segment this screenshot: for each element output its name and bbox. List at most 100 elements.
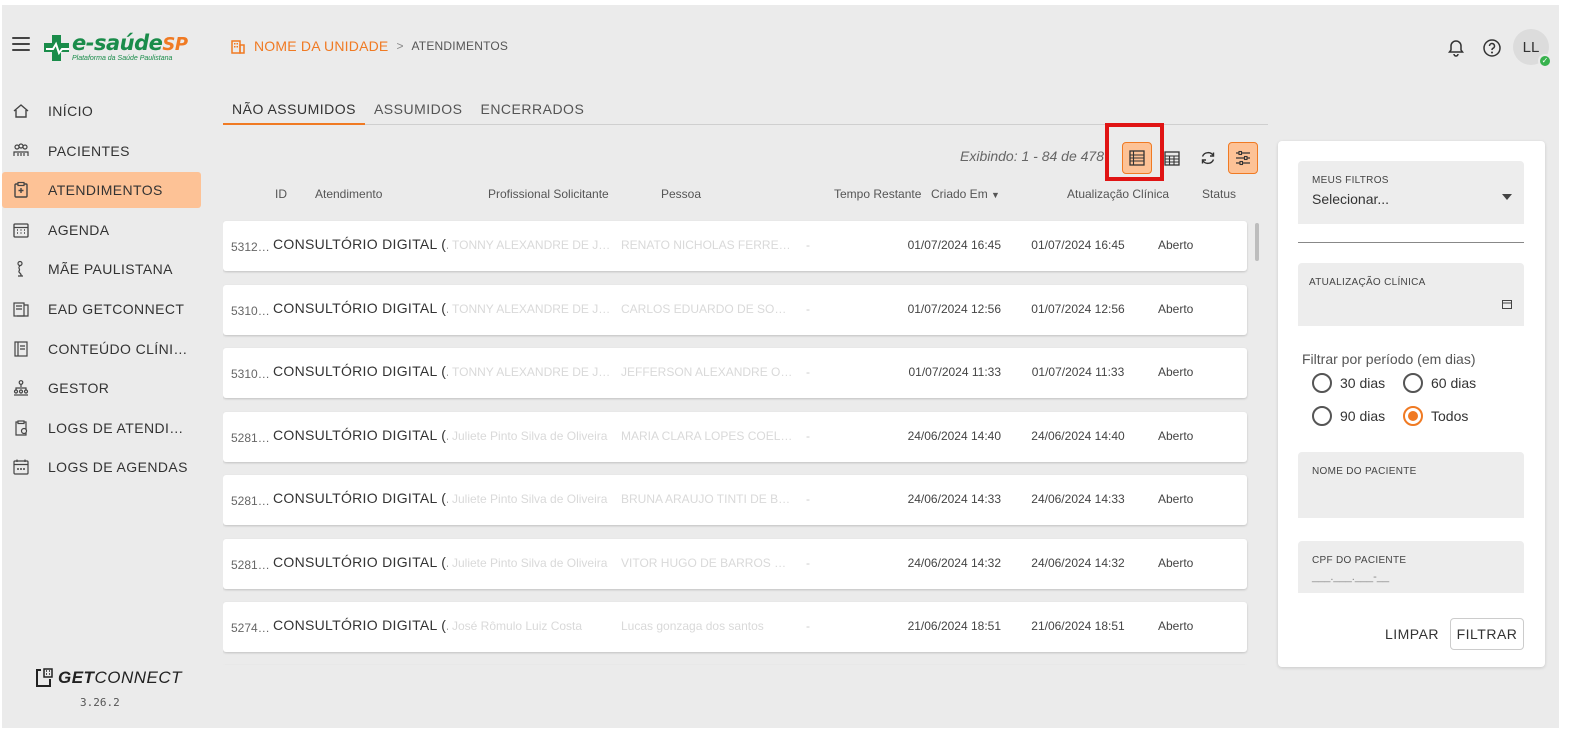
- cell-pessoa: VITOR HUGO DE BARROS PIN...: [621, 555, 793, 570]
- meus-filtros-select[interactable]: MEUS FILTROS Selecionar...: [1298, 161, 1524, 224]
- grid-view-button[interactable]: [1157, 142, 1187, 174]
- cell-id: 5274…: [231, 621, 270, 635]
- cell-profissional: TONNY ALEXANDRE DE JESU...: [452, 301, 616, 316]
- cell-pessoa: JEFFERSON ALEXANDRE OLI...: [621, 365, 793, 379]
- radio-todos[interactable]: Todos: [1403, 406, 1468, 426]
- column-header-status[interactable]: Status: [1202, 187, 1236, 201]
- column-header-atualizacao[interactable]: Atualização Clínica: [1067, 187, 1169, 201]
- home-icon: [12, 102, 30, 120]
- clipboard-log-icon: [12, 419, 30, 437]
- sidebar-item-atendimentos[interactable]: ATENDIMENTOS: [2, 172, 201, 209]
- cell-pessoa: Lucas gonzaga dos santos: [621, 619, 764, 633]
- cell-criado-em: 01/07/2024 12:56: [907, 301, 1001, 316]
- avatar-initials: LL: [1522, 38, 1540, 56]
- hierarchy-icon: [12, 379, 30, 397]
- refresh-button[interactable]: [1193, 142, 1223, 174]
- cell-status: Aberto: [1158, 428, 1194, 443]
- cell-status: Aberto: [1158, 301, 1194, 316]
- cell-id: 5281…: [231, 557, 270, 572]
- column-header-id[interactable]: ID: [275, 187, 287, 201]
- menu-icon[interactable]: [12, 37, 30, 53]
- list-scrollbar[interactable]: [1255, 223, 1259, 261]
- cell-id: 5281…: [231, 430, 270, 445]
- cell-id: 5310…: [231, 303, 270, 318]
- cell-profissional: TONNY ALEXANDRE DE JESU...: [452, 365, 616, 379]
- cell-profissional: TONNY ALEXANDRE DE JESU...: [452, 238, 616, 252]
- table-row[interactable]: 5310… CONSULTÓRIO DIGITAL (... TONNY ALE…: [223, 348, 1247, 398]
- column-header-tempo-restante[interactable]: Tempo Restante: [834, 187, 921, 201]
- sidebar-item-inicio[interactable]: INÍCIO: [2, 93, 201, 129]
- radio-90-dias[interactable]: 90 dias: [1312, 406, 1385, 426]
- nome-paciente-field[interactable]: NOME DO PACIENTE: [1298, 452, 1524, 518]
- radio-circle-selected: [1403, 406, 1423, 426]
- atualizacao-clinica-field[interactable]: ATUALIZAÇÃO CLÍNICA: [1298, 263, 1524, 326]
- radio-60-dias[interactable]: 60 dias: [1403, 373, 1476, 393]
- calendar-picker-icon[interactable]: [1502, 296, 1512, 314]
- table-row[interactable]: 5281… CONSULTÓRIO DIGITAL (... Juliete P…: [223, 475, 1247, 525]
- column-header-pessoa[interactable]: Pessoa: [661, 187, 701, 201]
- table-row[interactable]: 5281… CONSULTÓRIO DIGITAL (... Juliete P…: [223, 411, 1247, 462]
- apply-filters-button[interactable]: FILTRAR: [1450, 618, 1524, 650]
- table-row[interactable]: 5274… CONSULTÓRIO DIGITAL (... José Rômu…: [223, 602, 1247, 652]
- table-row[interactable]: 5312… CONSULTÓRIO DIGITAL (... TONNY ALE…: [223, 221, 1247, 271]
- cpf-paciente-field[interactable]: CPF DO PACIENTE ___.___.___-__: [1298, 541, 1524, 593]
- cell-profissional: José Rômulo Luiz Costa: [452, 619, 583, 633]
- list-view-button[interactable]: [1122, 142, 1152, 174]
- table-row[interactable]: 5310… CONSULTÓRIO DIGITAL (... TONNY ALE…: [223, 284, 1247, 335]
- sidebar-item-label: LOGS DE ATENDIMENTOS: [48, 419, 194, 436]
- cell-atualizacao: 24/06/2024 14:40: [1031, 428, 1125, 443]
- sidebar-item-logs-atendimentos[interactable]: LOGS DE ATENDIMENTOS: [2, 410, 201, 446]
- logo-subtitle: Plataforma da Saúde Paulistana: [72, 55, 173, 62]
- bell-icon[interactable]: [1446, 38, 1466, 58]
- sidebar-item-pacientes[interactable]: PACIENTES: [2, 133, 201, 169]
- cell-profissional: Juliete Pinto Silva de Oliveira: [452, 428, 608, 443]
- table-row[interactable]: 5281… CONSULTÓRIO DIGITAL (... Juliete P…: [223, 538, 1247, 589]
- sidebar-item-mae-paulistana[interactable]: MÃE PAULISTANA: [2, 251, 201, 287]
- user-avatar[interactable]: LL ✓: [1513, 29, 1552, 68]
- dropdown-arrow-icon: [1502, 187, 1512, 205]
- logo-title: e-saúdeSP: [72, 31, 188, 55]
- tabs-bar: NÃO ASSUMIDOS ASSUMIDOS ENCERRADOS: [223, 98, 1268, 125]
- breadcrumb-unit[interactable]: NOME DA UNIDADE: [254, 38, 388, 54]
- cell-atendimento: CONSULTÓRIO DIGITAL (...: [273, 363, 448, 379]
- sidebar-item-label: EAD GETCONNECT: [48, 300, 185, 317]
- cell-criado-em: 24/06/2024 14:33: [907, 492, 1001, 506]
- filter-settings-button[interactable]: [1228, 142, 1258, 174]
- building-icon: [231, 40, 245, 54]
- refresh-icon: [1201, 151, 1215, 165]
- cell-id: 5312…: [231, 240, 270, 254]
- tab-assumidos[interactable]: ASSUMIDOS: [365, 98, 472, 125]
- sidebar-item-agenda[interactable]: AGENDA: [2, 212, 201, 248]
- sidebar-item-gestor[interactable]: GESTOR: [2, 370, 201, 406]
- cpf-paciente-label: CPF DO PACIENTE: [1312, 555, 1407, 566]
- radio-circle: [1403, 373, 1423, 393]
- clear-filters-button[interactable]: LIMPAR: [1383, 618, 1441, 650]
- cell-atualizacao: 01/07/2024 12:56: [1031, 301, 1125, 316]
- column-header-criado-em[interactable]: Criado Em ▼: [931, 187, 1000, 201]
- sidebar-item-logs-agendas[interactable]: LOGS DE AGENDAS: [2, 449, 201, 485]
- column-header-atendimento[interactable]: Atendimento: [315, 187, 382, 201]
- cpf-placeholder: ___.___.___-__: [1312, 571, 1390, 583]
- cell-atendimento: CONSULTÓRIO DIGITAL (...: [273, 426, 448, 443]
- cell-status: Aberto: [1158, 555, 1194, 570]
- people-icon: [12, 142, 30, 160]
- cell-id: 5281…: [231, 494, 270, 508]
- sidebar-item-ead-getconnect[interactable]: EAD GETCONNECT: [2, 291, 201, 327]
- sidebar-item-label: PACIENTES: [48, 142, 130, 159]
- help-circle-icon[interactable]: [1482, 38, 1502, 58]
- column-header-profissional[interactable]: Profissional Solicitante: [488, 187, 609, 201]
- period-filter-label: Filtrar por período (em dias): [1302, 351, 1476, 367]
- getconnect-logo-icon: [36, 668, 53, 687]
- sidebar-item-conteudo-clinico[interactable]: CONTEÚDO CLÍNICO: [2, 331, 201, 367]
- tab-encerrados[interactable]: ENCERRADOS: [471, 98, 593, 125]
- cell-tempo-restante: -: [806, 428, 810, 443]
- meus-filtros-value: Selecionar...: [1312, 191, 1390, 207]
- cell-status: Aberto: [1158, 238, 1194, 252]
- radio-30-dias[interactable]: 30 dias: [1312, 373, 1385, 393]
- cell-atualizacao: 24/06/2024 14:33: [1031, 492, 1125, 506]
- tab-nao-assumidos[interactable]: NÃO ASSUMIDOS: [223, 98, 365, 125]
- cell-tempo-restante: -: [806, 365, 810, 379]
- cell-tempo-restante: -: [806, 492, 810, 506]
- results-count: Exibindo: 1 - 84 de 478: [960, 148, 1104, 164]
- cell-criado-em: 24/06/2024 14:32: [907, 555, 1001, 570]
